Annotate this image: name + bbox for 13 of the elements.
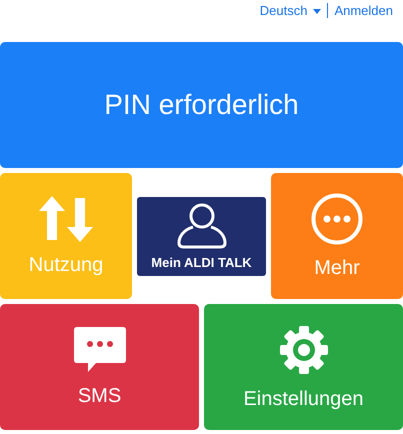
more-icon <box>311 192 363 244</box>
caret-icon <box>313 8 322 14</box>
language-dropdown[interactable]: Deutsch <box>260 3 322 19</box>
login-link[interactable]: Anmelden <box>334 3 393 19</box>
sms-tile[interactable]: SMS <box>0 304 199 430</box>
chat-bubble-icon <box>74 326 126 372</box>
more-tile[interactable]: Mehr <box>271 173 403 299</box>
settings-icon <box>278 324 330 376</box>
user-icon <box>176 202 226 248</box>
settings-tile[interactable]: Einstellungen <box>204 304 403 430</box>
banner-tile[interactable]: PIN erforderlich <box>0 42 403 168</box>
account-tile[interactable]: Mein ALDI TALK <box>137 196 266 276</box>
up-down-arrows-icon <box>39 196 93 242</box>
